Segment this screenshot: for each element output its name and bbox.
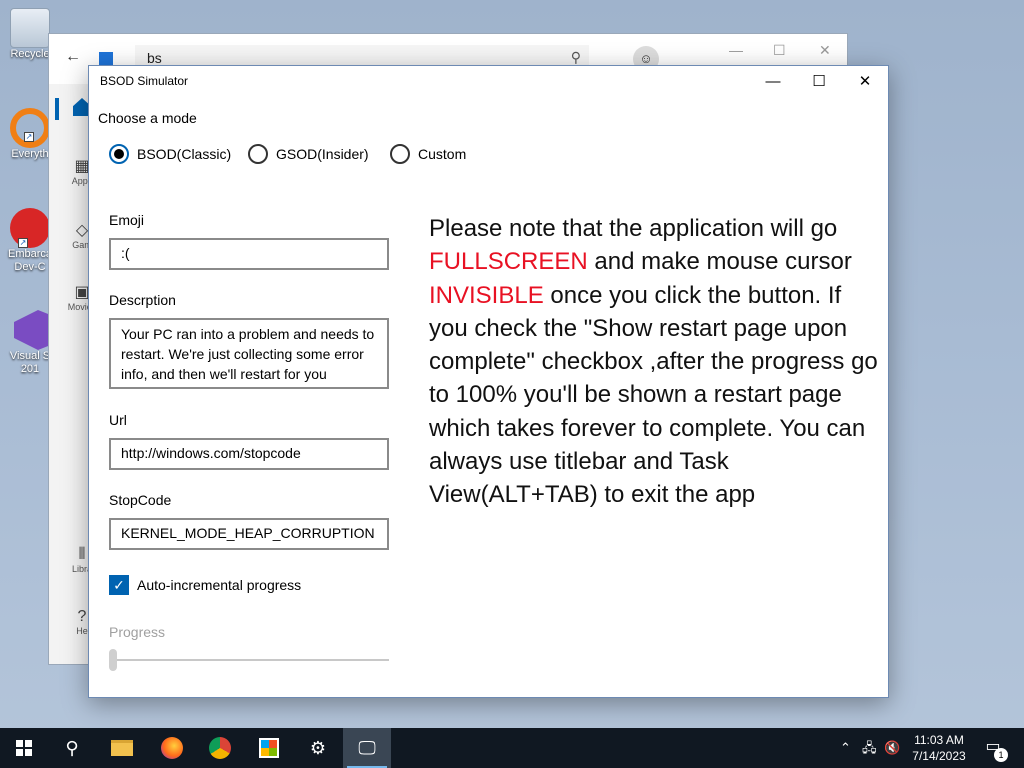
folder-icon (111, 740, 133, 756)
radio-custom[interactable]: Custom (390, 144, 466, 164)
minimize-button[interactable]: — (750, 66, 796, 98)
recycle-bin-icon (10, 8, 50, 48)
back-arrow-icon[interactable]: ← (65, 48, 81, 66)
stopcode-label: StopCode (109, 492, 172, 508)
note-fullscreen-highlight: FULLSCREEN (429, 248, 588, 276)
emoji-input[interactable]: :( (109, 238, 389, 270)
shortcut-arrow-icon: ↗ (24, 132, 34, 142)
settings-button[interactable]: ⚙ (294, 728, 342, 768)
radio-unselected-icon (248, 144, 268, 164)
fullscreen-warning-note: Please note that the application will go… (429, 212, 879, 512)
slider-thumb[interactable] (109, 649, 117, 671)
store-search-value: bs (147, 50, 162, 66)
auto-progress-checkbox[interactable]: ✓ Auto-incremental progress (109, 575, 301, 595)
mode-label: Choose a mode (98, 110, 197, 126)
firefox-button[interactable] (148, 728, 196, 768)
close-button[interactable]: ✕ (842, 66, 888, 98)
store-sidebar: ▦ Apps ◇ Gam ▣ Movies ⫴ Libra ? He (49, 84, 96, 664)
everything-search-icon: ↗ (10, 108, 50, 148)
radio-label: BSOD(Classic) (137, 146, 232, 162)
radio-bsod-classic[interactable]: BSOD(Classic) (109, 144, 231, 164)
windows-logo-icon (16, 740, 32, 756)
search-icon[interactable]: ⚲ (571, 49, 581, 66)
visual-studio-icon (14, 310, 50, 350)
clock-date: 7/14/2023 (912, 749, 966, 763)
minimize-icon[interactable]: — (729, 42, 743, 58)
note-text-3: once you click the button. If you check … (429, 281, 878, 509)
stopcode-input[interactable]: KERNEL_MODE_HEAP_CORRUPTION (109, 518, 389, 550)
monitor-icon: 🖵 (358, 738, 376, 758)
taskbar-clock[interactable]: 11:03 AM 7/14/2023 (904, 732, 974, 764)
radio-label: Custom (418, 146, 467, 162)
chevron-up-icon[interactable]: ⌃ (840, 728, 851, 768)
radio-unselected-icon (390, 144, 410, 164)
start-button[interactable] (0, 728, 48, 768)
file-explorer-button[interactable] (98, 728, 146, 768)
progress-slider[interactable] (109, 649, 389, 671)
chrome-icon (209, 737, 231, 759)
store-logo-icon (99, 52, 113, 66)
note-invisible-highlight: INVISIBLE (429, 281, 544, 309)
store-bag-icon (259, 738, 279, 758)
radio-selected-icon (109, 144, 129, 164)
close-icon[interactable]: ✕ (819, 42, 831, 59)
app-titlebar[interactable]: BSOD Simulator — ☐ ✕ (89, 66, 888, 98)
search-button[interactable]: ⚲ (48, 728, 96, 768)
clock-time: 11:03 AM (914, 733, 964, 747)
note-text-2: and make mouse cursor (587, 248, 852, 276)
radio-gsod-insider[interactable]: GSOD(Insider) (248, 144, 369, 164)
network-icon[interactable]: 🖧 (862, 728, 877, 768)
volume-muted-icon[interactable]: 🔇 (884, 728, 900, 768)
url-input[interactable]: http://windows.com/stopcode (109, 438, 389, 470)
radio-label: GSOD(Insider) (276, 146, 369, 162)
maximize-button[interactable]: ☐ (796, 66, 842, 98)
description-label: Descrption (109, 292, 176, 308)
checkmark-icon: ✓ (109, 575, 129, 595)
firefox-icon (161, 737, 183, 759)
window-title: BSOD Simulator (100, 74, 189, 88)
description-textarea[interactable]: Your PC ran into a problem and needs to … (109, 318, 389, 389)
note-text-1: Please note that the application will go (429, 215, 838, 242)
chrome-button[interactable] (196, 728, 244, 768)
url-label: Url (109, 412, 127, 428)
gear-icon: ⚙ (309, 738, 327, 758)
emoji-label: Emoji (109, 212, 145, 228)
shortcut-arrow-icon: ↗ (18, 238, 28, 248)
notification-center-button[interactable]: ▭ 1 (980, 736, 1008, 762)
bsod-simulator-window[interactable]: BSOD Simulator — ☐ ✕ Choose a mode BSOD(… (88, 65, 889, 698)
auto-progress-label: Auto-incremental progress (137, 577, 302, 593)
home-icon[interactable] (55, 98, 59, 120)
search-icon: ⚲ (65, 738, 79, 758)
maximize-icon[interactable]: ☐ (773, 42, 786, 59)
store-button[interactable] (245, 728, 293, 768)
notification-badge: 1 (994, 748, 1008, 762)
bsod-simulator-taskbar-button[interactable]: 🖵 (343, 728, 391, 768)
taskbar: ⚲ ⚙ 🖵 ⌃ 🖧 🔇 11:03 AM 7/14/2023 ▭ 1 (0, 728, 1024, 768)
progress-label: Progress (109, 624, 166, 640)
dev-cpp-icon: ↗ (10, 208, 50, 248)
